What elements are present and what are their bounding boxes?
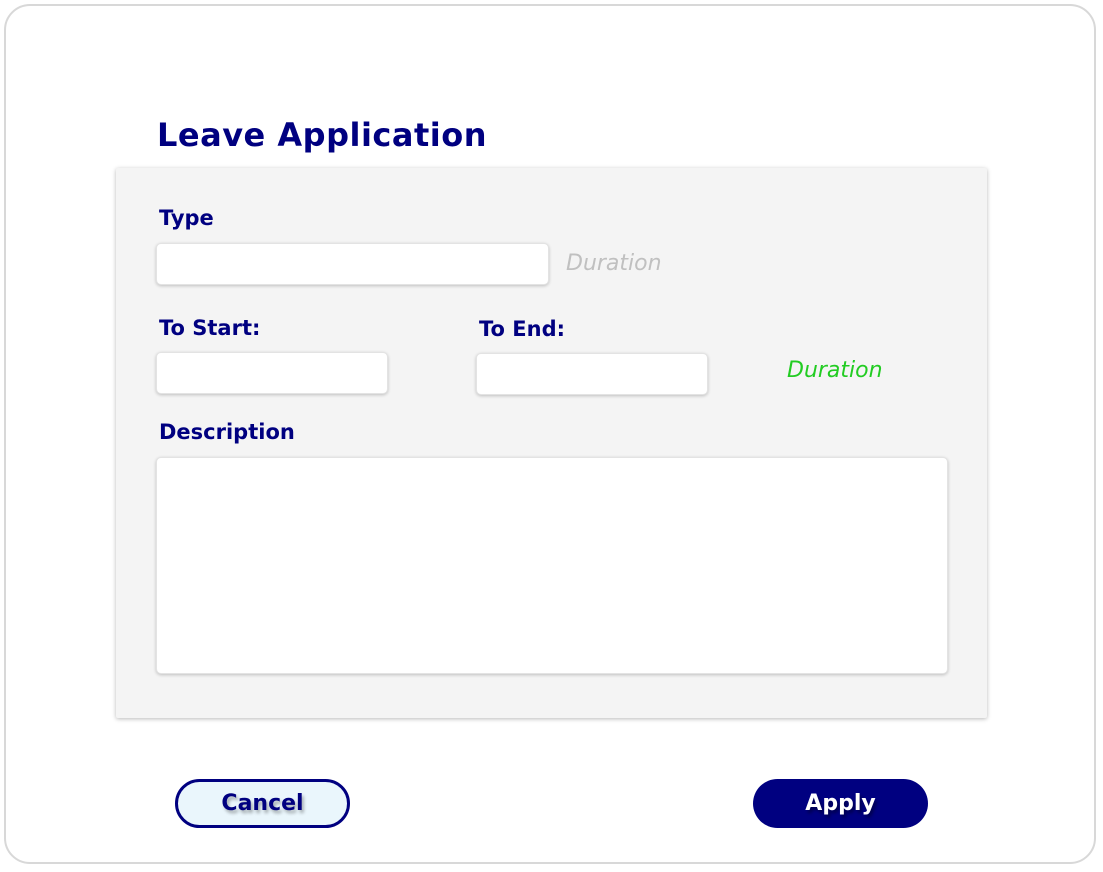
- type-duration-hint: Duration: [566, 251, 662, 276]
- type-label: Type: [159, 206, 214, 230]
- end-date-input[interactable]: [476, 353, 708, 395]
- page-title: Leave Application: [157, 116, 487, 154]
- cancel-button[interactable]: Cancel: [175, 779, 350, 828]
- description-textarea[interactable]: [156, 457, 948, 674]
- start-date-input[interactable]: [156, 352, 388, 394]
- description-label: Description: [159, 420, 295, 444]
- end-date-label: To End:: [479, 317, 565, 341]
- apply-button[interactable]: Apply: [753, 779, 928, 828]
- form-panel: Type Duration To Start: To End: Duration…: [116, 168, 987, 718]
- type-input[interactable]: [156, 243, 549, 285]
- start-date-label: To Start:: [159, 316, 261, 340]
- duration-value: Duration: [787, 358, 883, 383]
